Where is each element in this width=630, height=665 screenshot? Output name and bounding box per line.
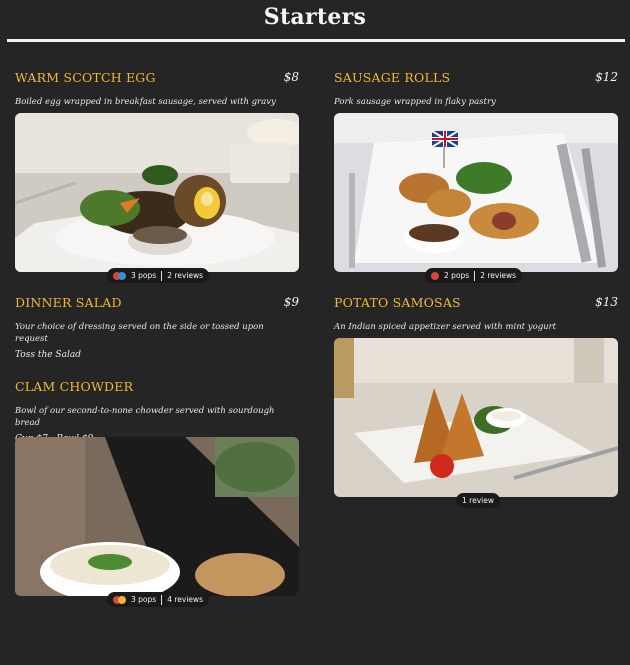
menu-item-sausage-rolls[interactable]: Sausage Rolls $12 Pork sausage wrapped i…	[334, 70, 618, 108]
pops-icon	[113, 271, 126, 280]
item-photo-potato-samosas[interactable]	[334, 338, 618, 497]
item-description: Boiled egg wrapped in breakfast sausage,…	[15, 97, 276, 107]
item-name: Sausage Rolls	[334, 70, 451, 85]
item-photo-clam-chowder[interactable]	[15, 437, 299, 596]
pops-count: 3 pops	[131, 595, 157, 604]
item-name: Clam Chowder	[15, 379, 134, 394]
item-description: An Indian spiced appetizer served with m…	[334, 322, 557, 332]
menu-item-potato-samosas[interactable]: Potato Samosas $13 An Indian spiced appe…	[334, 295, 618, 333]
reviews-count[interactable]: 2 reviews	[480, 271, 516, 280]
item-description: Pork sausage wrapped in flaky pastry	[334, 97, 496, 107]
reactions-bar[interactable]: 3 pops 4 reviews	[107, 592, 210, 607]
item-photo-sausage-rolls[interactable]	[334, 113, 618, 272]
title-divider	[7, 39, 625, 42]
reactions-bar[interactable]: 2 pops 2 reviews	[425, 268, 523, 283]
item-price: $13	[595, 295, 618, 309]
heart-icon	[431, 271, 439, 280]
reviews-count[interactable]: 1 review	[462, 496, 494, 505]
pops-count: 2 pops	[444, 271, 470, 280]
item-price: $8	[283, 70, 299, 84]
item-name: Potato Samosas	[334, 295, 461, 310]
reactions-bar[interactable]: 1 review	[456, 493, 500, 508]
item-description: Your choice of dressing served on the si…	[15, 322, 264, 344]
reviews-count[interactable]: 2 reviews	[167, 271, 203, 280]
reactions-bar[interactable]: 3 pops 2 reviews	[107, 268, 210, 283]
menu-item-clam-chowder[interactable]: Clam Chowder Bowl of our second-to-none …	[15, 379, 299, 444]
item-price: $9	[283, 295, 299, 309]
item-description: Bowl of our second-to-none chowder serve…	[15, 406, 275, 428]
page-title: Starters	[263, 4, 367, 30]
menu-item-dinner-salad[interactable]: Dinner Salad $9 Your choice of dressing …	[15, 295, 299, 360]
divider	[161, 270, 163, 281]
pops-count: 3 pops	[131, 271, 157, 280]
divider	[161, 594, 163, 605]
menu-item-warm-scotch-egg[interactable]: Warm Scotch Egg $8 Boiled egg wrapped in…	[15, 70, 299, 108]
item-name: Warm Scotch Egg	[15, 70, 156, 85]
pops-icon	[113, 595, 126, 604]
item-name: Dinner Salad	[15, 295, 122, 310]
item-price: $12	[595, 70, 618, 84]
divider	[474, 270, 476, 281]
item-option: Toss the Salad	[15, 350, 81, 360]
item-photo-scotch-egg[interactable]	[15, 113, 299, 272]
reviews-count[interactable]: 4 reviews	[167, 595, 203, 604]
